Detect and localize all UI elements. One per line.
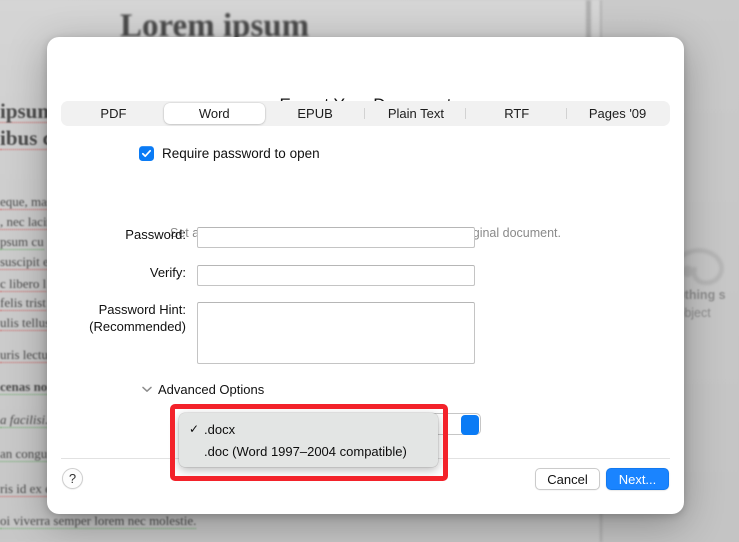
- verify-input[interactable]: [197, 265, 475, 286]
- password-hint-row: Password Hint: (Recommended): [47, 302, 479, 364]
- tab-label: RTF: [504, 106, 530, 121]
- advanced-options-toggle[interactable]: Advanced Options: [142, 382, 264, 397]
- menu-item-label: .docx: [204, 421, 236, 437]
- tab-word[interactable]: Word: [163, 103, 265, 124]
- help-button[interactable]: ?: [62, 468, 83, 489]
- tab-label: PDF: [100, 106, 127, 121]
- advanced-options-label: Advanced Options: [158, 382, 265, 397]
- tab-rtf[interactable]: RTF: [466, 103, 568, 124]
- background-text-line: felis trist: [0, 295, 46, 311]
- format-tab-bar[interactable]: PDF Word EPUB Plain Text RTF Pages '09: [61, 101, 670, 126]
- background-text-line: suscipit e: [0, 254, 49, 270]
- password-input[interactable]: [197, 227, 475, 248]
- checkmark-icon: [141, 149, 152, 158]
- background-text-line: psum cu: [0, 234, 44, 250]
- require-password-label: Require password to open: [162, 146, 320, 161]
- tab-pages-09[interactable]: Pages '09: [567, 103, 668, 124]
- background-text-line: a facilisi.: [0, 412, 49, 428]
- tab-epub[interactable]: EPUB: [265, 103, 366, 124]
- password-hint-label: Password Hint: (Recommended): [47, 302, 197, 335]
- menu-item-label: .doc (Word 1997–2004 compatible): [204, 443, 407, 459]
- format-dropdown-menu[interactable]: ✓ .docx .doc (Word 1997–2004 compatible): [179, 413, 438, 467]
- tab-label: Word: [198, 106, 230, 121]
- menu-item-format[interactable]: ✓ .docx: [179, 418, 438, 440]
- tab-label: Plain Text: [387, 106, 444, 121]
- require-password-row[interactable]: Require password to open: [139, 146, 320, 161]
- background-text-line: eque, mas: [0, 194, 52, 210]
- tab-label: EPUB: [297, 106, 333, 121]
- background-text-line: ris id ex e: [0, 481, 51, 497]
- require-password-checkbox[interactable]: [139, 146, 154, 161]
- background-text-line: ulis tellus: [0, 315, 51, 331]
- menu-checkmark-icon: ✓: [189, 422, 200, 436]
- password-label: Password:: [125, 227, 186, 242]
- popup-arrow-icon: [461, 415, 479, 435]
- verify-row: Verify:: [47, 265, 479, 286]
- background-text-line: , nec lacin: [0, 214, 54, 230]
- next-button[interactable]: Next...: [606, 468, 669, 490]
- background-text-line: uris lectu: [0, 347, 49, 363]
- tab-pdf[interactable]: PDF: [63, 103, 164, 124]
- menu-item-format[interactable]: .doc (Word 1997–2004 compatible): [179, 440, 438, 462]
- password-hint-label-line1: Password Hint:: [98, 302, 186, 317]
- background-text-line: oi viverra semper lorem nec molestie.: [0, 513, 197, 529]
- cancel-button[interactable]: Cancel: [535, 468, 600, 490]
- background-text-line: an congu: [0, 446, 48, 462]
- background-text-line: c libero l: [0, 276, 47, 292]
- background-text-line: ibus c: [0, 126, 52, 151]
- password-row: Password:: [47, 227, 479, 248]
- password-hint-label-line2: (Recommended): [89, 318, 186, 334]
- chevron-down-icon: [142, 386, 152, 393]
- verify-label: Verify:: [149, 265, 186, 280]
- password-hint-input[interactable]: [197, 302, 475, 364]
- tab-plain-text[interactable]: Plain Text: [365, 103, 467, 124]
- tab-label: Pages '09: [588, 106, 647, 121]
